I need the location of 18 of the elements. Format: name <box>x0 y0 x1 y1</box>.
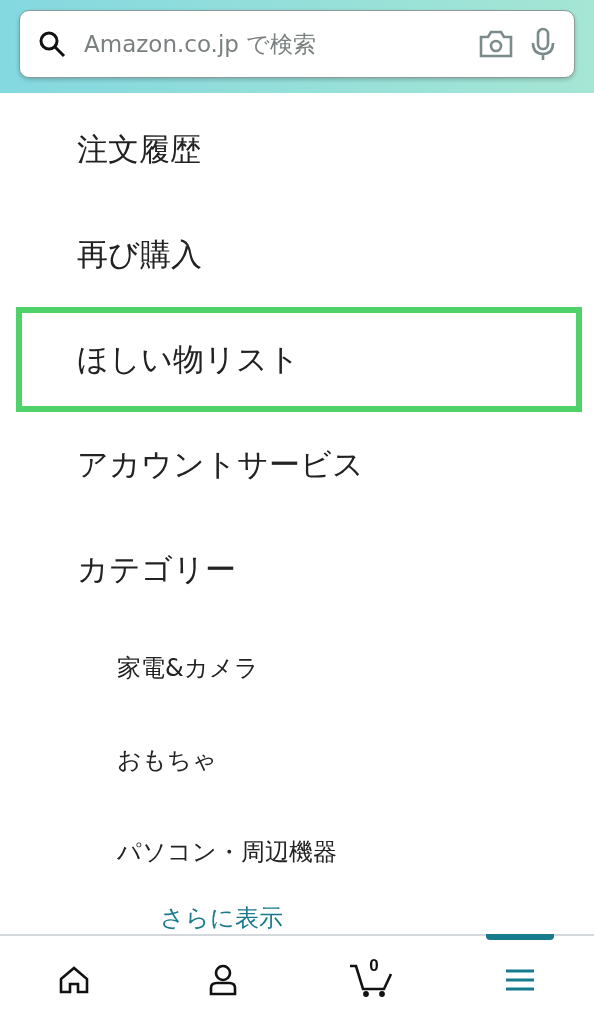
camera-icon[interactable] <box>478 29 514 59</box>
menu-item[interactable]: 再び購入 <box>0 202 594 307</box>
cart-count: 0 <box>369 956 379 976</box>
category-item[interactable]: おもちゃ <box>0 714 594 806</box>
menu-item[interactable]: アカウントサービス <box>0 412 594 517</box>
search-bar[interactable]: Amazon.co.jp で検索 <box>19 10 575 78</box>
menu-item[interactable]: 注文履歴 <box>0 97 594 202</box>
search-icon <box>38 30 66 58</box>
home-icon <box>59 966 90 994</box>
nav-tab[interactable]: 0 <box>297 936 446 1024</box>
person-icon <box>207 964 238 996</box>
menu-item[interactable]: カテゴリー <box>0 517 594 622</box>
show-more-link[interactable]: さらに表示 <box>0 902 594 934</box>
category-item[interactable]: 家電&カメラ <box>0 622 594 714</box>
category-item[interactable]: パソコン・周辺機器 <box>0 806 594 898</box>
menu-icon <box>504 968 535 992</box>
microphone-icon[interactable] <box>530 27 556 61</box>
menu-item[interactable]: ほしい物リスト <box>16 307 582 412</box>
